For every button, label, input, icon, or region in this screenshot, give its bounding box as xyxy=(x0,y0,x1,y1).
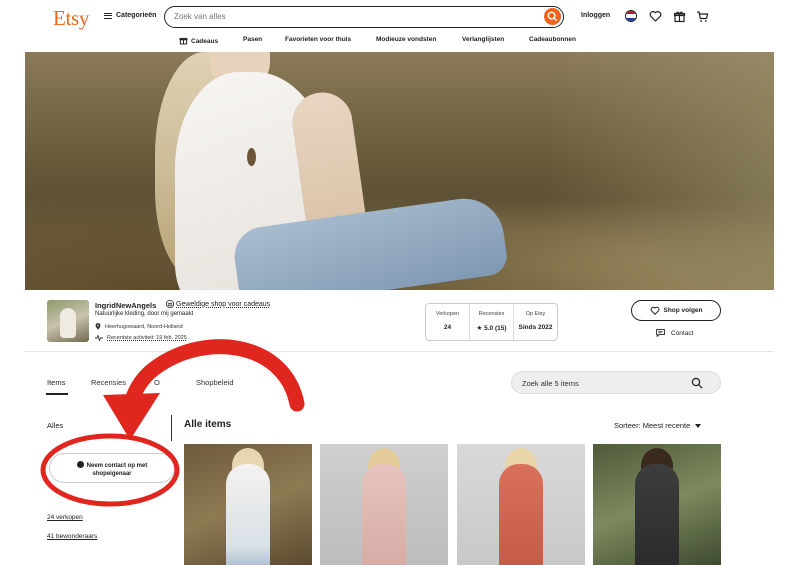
shop-banner-image xyxy=(25,52,774,290)
follow-shop-label: Shop volgen xyxy=(663,307,703,314)
stat-reviews[interactable]: Recensies ★ 5.0 (15) xyxy=(470,304,514,340)
active-tab-indicator xyxy=(46,393,68,395)
search-bar[interactable]: Zoek van alles xyxy=(164,6,564,28)
shop-location: Heerhugowaard, Noord-Holland xyxy=(95,323,183,330)
admirers-count-link[interactable]: 41 bewonderaars xyxy=(47,533,97,540)
shop-avatar[interactable] xyxy=(47,300,89,342)
search-icon xyxy=(547,11,558,22)
tab-about[interactable]: O xyxy=(154,378,160,387)
subnav-item-gift-cards[interactable]: Cadeaubonnen xyxy=(529,36,576,43)
heart-icon[interactable] xyxy=(649,10,662,23)
shop-activity: Recentste activiteit: 19 feb. 2025 xyxy=(95,335,187,341)
section-divider-vertical xyxy=(171,415,172,441)
stat-value: 24 xyxy=(443,324,452,331)
sub-navigation: Cadeaus Pasen Favorieten voor thuis Modi… xyxy=(0,34,799,48)
contact-shop-owner-button[interactable]: Neem contact op met shopeigenaar xyxy=(49,453,175,483)
categories-button[interactable]: Categorieën xyxy=(104,12,156,19)
subnav-item-gifts[interactable]: Cadeaus xyxy=(179,36,218,45)
subnav-item-easter[interactable]: Pasen xyxy=(243,36,262,43)
subnav-label: Cadeaus xyxy=(191,38,219,45)
shop-search-input[interactable]: Zoek alle 5 items xyxy=(522,379,579,388)
listing-item-4[interactable] xyxy=(593,444,721,565)
gift-icon xyxy=(179,37,188,45)
stat-on-etsy: Op Etsy Sinds 2022 xyxy=(514,304,557,340)
top-header: Etsy Categorieën Zoek van alles Inloggen xyxy=(0,0,799,34)
section-divider xyxy=(25,351,774,352)
location-pin-icon xyxy=(95,323,101,330)
tab-items[interactable]: Items xyxy=(47,378,65,387)
follow-shop-button[interactable]: Shop volgen xyxy=(631,300,721,321)
message-icon xyxy=(656,329,665,337)
caret-down-icon xyxy=(695,423,702,428)
language-flag-icon[interactable] xyxy=(625,10,637,22)
menu-icon xyxy=(104,12,112,19)
tab-policies[interactable]: Shopbeleid xyxy=(196,378,234,387)
shop-tagline: Natuurlijke kleding, door mij gemaakt xyxy=(95,311,194,317)
heart-icon xyxy=(650,306,659,315)
sort-dropdown[interactable]: Sorteer: Meest recente xyxy=(614,421,702,430)
chat-bubble-icon xyxy=(76,461,84,468)
shop-search-bar[interactable]: Zoek alle 5 items xyxy=(511,371,721,394)
contact-owner-line2: shopeigenaar xyxy=(92,471,132,477)
shop-activity-text: Recentste activiteit: 19 feb. 2025 xyxy=(107,335,187,341)
stat-label: Op Etsy xyxy=(525,311,546,317)
activity-pulse-icon xyxy=(95,335,103,341)
stat-value: ★ 5.0 (15) xyxy=(476,325,507,332)
search-button[interactable] xyxy=(544,8,561,25)
subnav-item-home-favorites[interactable]: Favorieten voor thuis xyxy=(285,36,351,43)
category-all[interactable]: Alles xyxy=(47,421,63,430)
subnav-item-wishlists[interactable]: Verlanglijsten xyxy=(462,36,504,43)
shop-location-text: Heerhugowaard, Noord-Holland xyxy=(105,323,183,330)
items-heading: Alle items xyxy=(184,419,232,430)
stat-label: Recensies xyxy=(478,311,505,317)
contact-owner-line1: Neem contact op met xyxy=(86,463,148,469)
gift-icon[interactable] xyxy=(673,10,686,23)
annotation-arrow-head xyxy=(103,393,160,440)
listing-item-2[interactable] xyxy=(320,444,448,565)
tab-reviews[interactable]: Recensies xyxy=(91,378,126,387)
sales-count-link[interactable]: 24 verkopen xyxy=(47,514,83,521)
search-icon[interactable] xyxy=(691,377,703,389)
search-input[interactable]: Zoek van alles xyxy=(174,12,226,21)
etsy-logo[interactable]: Etsy xyxy=(53,6,89,31)
shop-name[interactable]: IngridNewAngels xyxy=(95,301,156,310)
subnav-item-fashion[interactable]: Modieuze vondsten xyxy=(376,36,436,43)
listing-item-1[interactable] xyxy=(184,444,312,565)
gift-shop-badge[interactable]: Geweldige shop voor cadeaus xyxy=(166,300,270,308)
listing-item-3[interactable] xyxy=(457,444,585,565)
stat-sales: Verkopen 24 xyxy=(426,304,470,340)
cart-icon[interactable] xyxy=(696,10,709,23)
login-link[interactable]: Inloggen xyxy=(581,12,610,19)
stat-label: Verkopen xyxy=(435,311,460,317)
contact-link[interactable]: Contact xyxy=(656,329,693,337)
gift-badge-icon xyxy=(166,300,174,308)
categories-label: Categorieën xyxy=(116,12,157,19)
gift-shop-badge-label: Geweldige shop voor cadeaus xyxy=(176,300,271,308)
sort-label: Sorteer: Meest recente xyxy=(614,421,691,430)
contact-label: Contact xyxy=(671,329,694,337)
stat-value: Sinds 2022 xyxy=(518,324,553,331)
shop-stats-box: Verkopen 24 Recensies ★ 5.0 (15) Op Etsy… xyxy=(425,303,558,341)
